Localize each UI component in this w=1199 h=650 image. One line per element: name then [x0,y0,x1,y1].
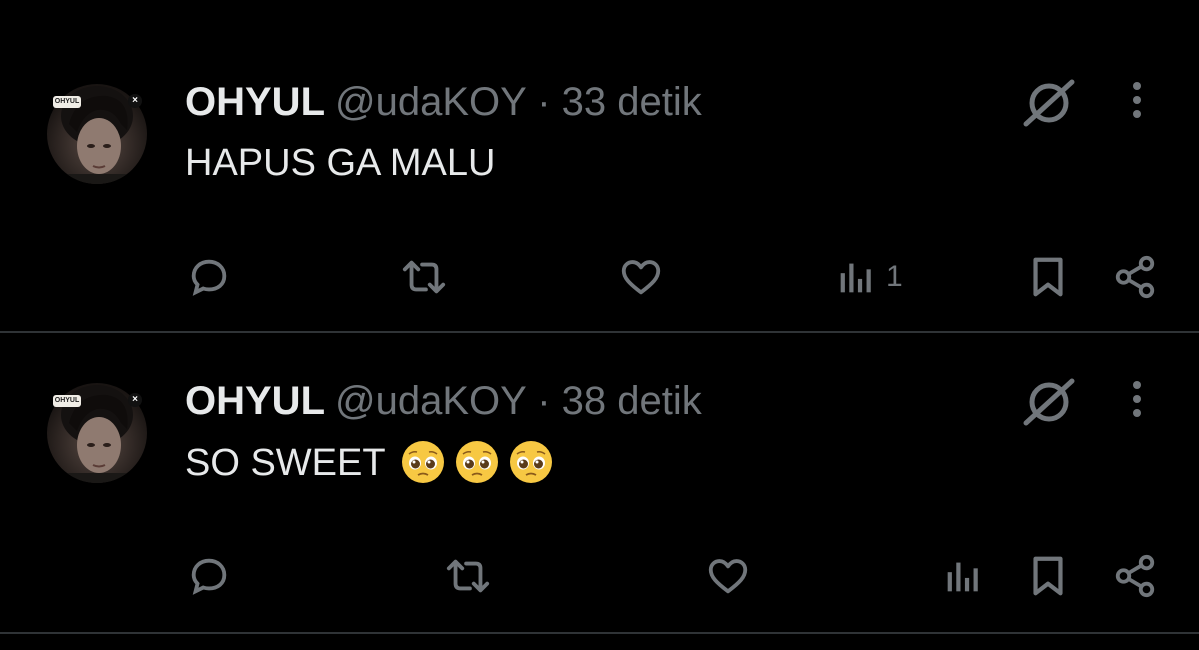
tweet[interactable]: OHYUL × OHYUL @udaKOY · 38 detik SO SWEET [0,333,1199,634]
retweet-icon [446,559,490,593]
views-icon [947,562,978,592]
pleading-face-emoji [455,441,498,483]
share-icon [1115,554,1155,598]
retweet-icon [402,260,446,294]
retweet-button[interactable] [398,252,450,302]
like-icon [708,559,748,594]
share-button[interactable] [1112,252,1158,302]
avatar-badge: OHYUL [53,395,81,407]
grok-icon[interactable] [1022,377,1076,427]
bookmark-icon [1033,556,1063,596]
views-icon [840,263,871,293]
tweet-text-content: HAPUS GA MALU [185,142,496,184]
tweet-header: OHYUL @udaKOY · 33 detik [185,78,702,126]
pleading-face-emoji [401,441,444,483]
retweet-button[interactable] [442,551,494,601]
close-icon: × [128,94,142,108]
timestamp[interactable]: 33 detik [562,80,702,124]
grok-icon[interactable] [1022,78,1076,128]
like-button[interactable] [704,551,752,601]
avatar-badge: OHYUL [53,96,81,108]
like-icon [621,260,661,295]
timestamp[interactable]: 38 detik [562,379,702,423]
bookmark-button[interactable] [1028,252,1068,302]
separator: · [537,80,551,124]
reply-icon [191,259,227,296]
bookmark-icon [1033,257,1063,297]
more-icon[interactable] [1122,80,1152,124]
tweet-text: SO SWEET [185,439,554,486]
reply-button[interactable] [186,252,232,302]
tweet[interactable]: OHYUL × OHYUL @udaKOY · 33 detik HAPUS GA… [0,0,1199,333]
separator: · [537,379,551,423]
display-name[interactable]: OHYUL [185,379,325,423]
share-icon [1115,255,1155,299]
tweet-text: HAPUS GA MALU [185,140,495,186]
display-name[interactable]: OHYUL [185,80,325,124]
pleading-face-emoji [509,441,552,483]
bookmark-button[interactable] [1028,551,1068,601]
reply-button[interactable] [186,551,232,601]
handle[interactable]: @udaKOY [335,80,526,124]
views-button[interactable] [945,551,993,601]
close-icon: × [128,393,142,407]
share-button[interactable] [1112,551,1158,601]
tweet-header: OHYUL @udaKOY · 38 detik [185,377,702,425]
reply-icon [191,558,227,595]
views-count: 1 [886,260,903,293]
like-button[interactable] [617,252,665,302]
more-icon[interactable] [1122,379,1152,423]
views-button[interactable]: 1 [838,252,903,302]
tweet-text-content: SO SWEET [185,442,386,484]
handle[interactable]: @udaKOY [335,379,526,423]
